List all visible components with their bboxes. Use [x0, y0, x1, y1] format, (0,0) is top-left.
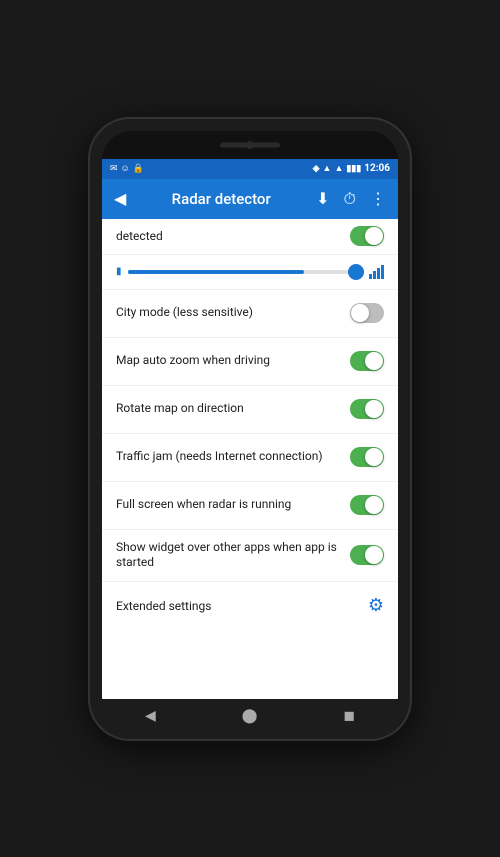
extended-settings-label: Extended settings	[116, 599, 368, 613]
phone-screen: ✉ ☺ 🔒 ◈ ▲ ▲ ▮▮▮ 12:06 ◀ Radar detector ⬇…	[102, 131, 398, 727]
status-bar: ✉ ☺ 🔒 ◈ ▲ ▲ ▮▮▮ 12:06	[102, 159, 398, 179]
nav-recents-button[interactable]: ◼	[327, 702, 371, 727]
detected-label: detected	[116, 229, 350, 243]
rotate-map-row: Rotate map on direction	[102, 386, 398, 434]
map-auto-zoom-knob	[365, 352, 383, 370]
back-button[interactable]: ◀	[110, 185, 130, 212]
nav-back-button[interactable]: ◀	[129, 702, 172, 727]
full-screen-label: Full screen when radar is running	[116, 497, 350, 513]
app-bar-title: Radar detector	[136, 190, 306, 208]
email-icon: ✉	[110, 164, 118, 174]
smiley-icon: ☺	[121, 163, 130, 174]
status-left-icons: ✉ ☺ 🔒	[110, 163, 144, 174]
speaker	[220, 142, 280, 147]
traffic-jam-toggle[interactable]	[350, 447, 384, 467]
clock-button[interactable]: ⏱	[340, 185, 360, 213]
slider-max-icon	[369, 265, 384, 279]
time-display: 12:06	[364, 163, 390, 174]
sensitivity-slider[interactable]	[128, 270, 363, 274]
signal-icon: ▲	[323, 163, 332, 174]
map-auto-zoom-row: Map auto zoom when driving	[102, 338, 398, 386]
settings-content: detected ▮	[102, 219, 398, 699]
extended-settings-row[interactable]: Extended settings ⚙	[102, 582, 398, 630]
city-mode-toggle[interactable]	[350, 303, 384, 323]
rotate-map-knob	[365, 400, 383, 418]
download-button[interactable]: ⬇	[312, 185, 333, 212]
detected-row: detected	[102, 219, 398, 255]
show-widget-label: Show widget over other apps when app is …	[116, 540, 350, 571]
slider-min-icon: ▮	[116, 266, 122, 277]
detected-toggle[interactable]	[350, 226, 384, 246]
traffic-jam-row: Traffic jam (needs Internet connection)	[102, 434, 398, 482]
battery-icon: ▮▮▮	[346, 164, 361, 174]
wifi-icon: ▲	[334, 163, 343, 174]
detected-toggle-knob	[365, 227, 383, 245]
phone-top-hardware	[102, 131, 398, 159]
slider-fill	[128, 270, 305, 274]
app-bar: ◀ Radar detector ⬇ ⏱ ⋮	[102, 179, 398, 219]
gear-icon: ⚙	[368, 595, 384, 616]
sensitivity-slider-row: ▮	[102, 255, 398, 290]
more-button[interactable]: ⋮	[366, 185, 390, 212]
nav-home-button[interactable]: ⬤	[226, 702, 274, 727]
traffic-jam-knob	[365, 448, 383, 466]
rotate-map-toggle[interactable]	[350, 399, 384, 419]
map-auto-zoom-label: Map auto zoom when driving	[116, 353, 350, 369]
slider-thumb[interactable]	[348, 264, 364, 280]
city-mode-row: City mode (less sensitive)	[102, 290, 398, 338]
full-screen-toggle[interactable]	[350, 495, 384, 515]
show-widget-toggle[interactable]	[350, 545, 384, 565]
bottom-nav: ◀ ⬤ ◼	[102, 699, 398, 727]
rotate-map-label: Rotate map on direction	[116, 401, 350, 417]
full-screen-row: Full screen when radar is running	[102, 482, 398, 530]
location-icon: ◈	[313, 164, 320, 174]
phone-frame: ✉ ☺ 🔒 ◈ ▲ ▲ ▮▮▮ 12:06 ◀ Radar detector ⬇…	[90, 119, 410, 739]
show-widget-knob	[365, 546, 383, 564]
lock-icon: 🔒	[133, 164, 144, 174]
full-screen-knob	[365, 496, 383, 514]
city-mode-label: City mode (less sensitive)	[116, 305, 350, 321]
status-right-icons: ◈ ▲ ▲ ▮▮▮ 12:06	[313, 163, 390, 174]
map-auto-zoom-toggle[interactable]	[350, 351, 384, 371]
traffic-jam-label: Traffic jam (needs Internet connection)	[116, 449, 350, 465]
city-mode-knob	[351, 304, 369, 322]
show-widget-row: Show widget over other apps when app is …	[102, 530, 398, 582]
